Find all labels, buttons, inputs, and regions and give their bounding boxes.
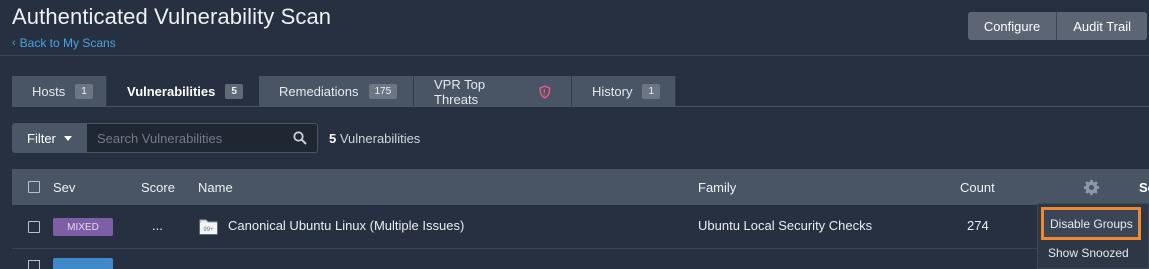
filter-dropdown-button[interactable]: Filter <box>12 123 87 153</box>
table-row[interactable] <box>12 249 1149 269</box>
column-header-family[interactable]: Family <box>698 180 736 195</box>
tab-vulnerabilities[interactable]: Vulnerabilities 5 <box>107 76 259 107</box>
vulnerability-count-number: 5 <box>329 130 337 146</box>
table-header: Sev Score Name Family Count Se <box>12 169 1149 205</box>
tab-label: History <box>592 84 633 99</box>
tab-label: Vulnerabilities <box>127 84 216 99</box>
severity-badge <box>53 258 113 269</box>
column-header-name[interactable]: Name <box>198 180 233 195</box>
tab-history[interactable]: History 1 <box>572 76 676 107</box>
tab-label: Remediations <box>279 84 359 99</box>
plugin-name[interactable]: Canonical Ubuntu Linux (Multiple Issues) <box>228 218 464 233</box>
family-cell: Ubuntu Local Security Checks <box>698 218 873 233</box>
column-header-sev[interactable]: Sev <box>53 180 75 195</box>
search-input[interactable] <box>97 130 277 146</box>
audit-trail-button[interactable]: Audit Trail <box>1057 12 1147 40</box>
tab-underline <box>12 106 1149 107</box>
page-title: Authenticated Vulnerability Scan <box>12 4 332 29</box>
column-header-truncated[interactable]: Se <box>1139 180 1149 195</box>
back-link-label: Back to My Scans <box>19 36 116 50</box>
tab-remediations[interactable]: Remediations 175 <box>259 76 414 107</box>
row-checkbox[interactable] <box>28 260 40 269</box>
count-badge: 1 <box>642 84 661 99</box>
gear-icon[interactable] <box>1083 179 1100 196</box>
severity-badge: MIXED <box>53 218 113 236</box>
column-header-score[interactable]: Score <box>141 180 175 195</box>
vulnerability-count-label: Vulnerabilities <box>339 130 421 146</box>
configure-button[interactable]: Configure <box>967 12 1058 40</box>
show-snoozed-menu-item[interactable]: Show Snoozed <box>1038 242 1149 264</box>
disable-groups-menu-item[interactable]: Disable Groups <box>1041 207 1141 240</box>
count-badge: 5 <box>225 84 243 99</box>
count-badge: 175 <box>368 84 398 99</box>
score-cell: ... <box>152 218 163 233</box>
filter-label: Filter <box>27 130 56 146</box>
settings-dropdown-menu: Disable Groups Show Snoozed <box>1037 203 1149 269</box>
sev-cell: MIXED <box>53 218 113 236</box>
tab-hosts[interactable]: Hosts 1 <box>12 76 107 107</box>
header-button-group: Configure Audit Trail <box>967 12 1147 40</box>
shield-icon <box>539 84 551 99</box>
row-checkbox[interactable] <box>28 221 40 233</box>
column-header-count[interactable]: Count <box>960 180 995 195</box>
vulnerability-count: 5 Vulnerabilities <box>329 131 420 146</box>
group-count-badge: 99+ <box>203 227 214 233</box>
search-icon[interactable] <box>293 131 307 145</box>
table-row[interactable]: MIXED ... 99+ Canonical Ubuntu Linux (Mu… <box>12 205 1149 249</box>
tab-vpr-top-threats[interactable]: VPR Top Threats <box>414 76 572 107</box>
tab-label: Hosts <box>32 84 66 99</box>
tab-bar: Hosts 1 Vulnerabilities 5 Remediations 1… <box>12 76 676 107</box>
back-link[interactable]: ‹ Back to My Scans <box>12 36 116 50</box>
filter-bar: Filter 5 Vulnerabilities <box>12 123 420 153</box>
folder-group-icon: 99+ <box>199 219 218 235</box>
page-header: Authenticated Vulnerability Scan ‹ Back … <box>0 0 1149 56</box>
chevron-left-icon: ‹ <box>12 37 16 49</box>
count-badge: 1 <box>75 84 93 99</box>
vulnerabilities-table: Sev Score Name Family Count Se MIXED ...… <box>12 169 1149 269</box>
select-all-checkbox[interactable] <box>28 181 40 193</box>
search-box <box>87 123 318 153</box>
caret-down-icon <box>63 135 72 141</box>
tab-label: VPR Top Threats <box>434 76 486 107</box>
count-cell: 274 <box>967 218 989 233</box>
